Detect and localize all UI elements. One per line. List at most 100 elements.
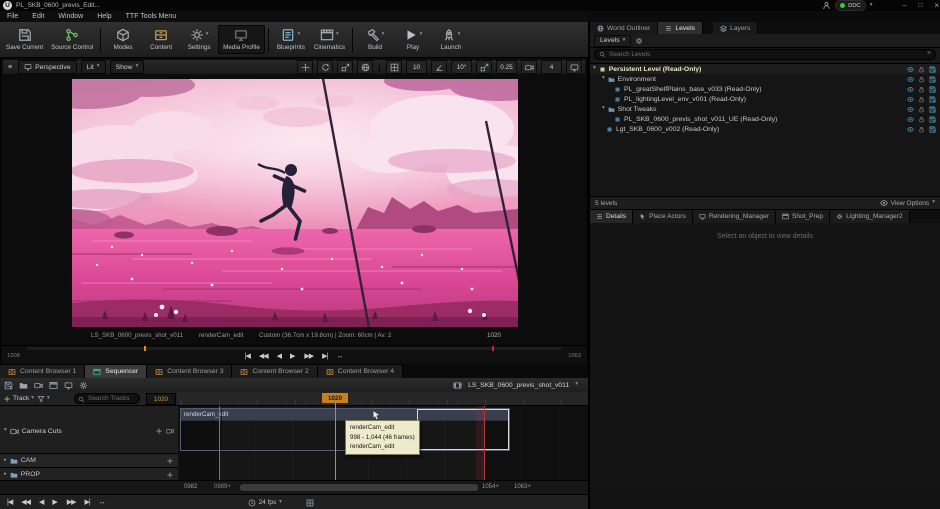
expand-icon[interactable]: ▾: [602, 106, 605, 112]
tab-layers[interactable]: Layers: [712, 22, 759, 34]
media-profile-button[interactable]: Media Profile: [218, 25, 265, 54]
cam-expand-icon[interactable]: ▸: [4, 457, 7, 464]
snap-grid-icon[interactable]: [306, 499, 314, 507]
world-space-button[interactable]: [357, 60, 373, 74]
level-row-lightinglevel[interactable]: PL_lightingLevel_env_v001 (Read-Only): [590, 94, 940, 104]
save-level-icon[interactable]: [929, 96, 936, 103]
level-row-persistent[interactable]: ▾ Persistent Level (Read-Only): [590, 64, 940, 74]
scale-snap-value[interactable]: 0.25: [496, 60, 517, 74]
menu-window[interactable]: Window: [51, 13, 90, 20]
levels-menu-button[interactable]: Levels ▾: [594, 34, 632, 47]
tab-content-browser-3[interactable]: Content Browser 3: [147, 364, 233, 378]
seq-save-icon[interactable]: [4, 381, 13, 390]
grid-snap-button[interactable]: [386, 60, 402, 74]
camera-cuts-expand-icon[interactable]: ▾: [4, 428, 7, 434]
seq-step-back-button[interactable]: ◀: [37, 498, 45, 507]
maximize-button[interactable]: □: [914, 2, 926, 9]
tab-sequencer[interactable]: Sequencer: [85, 364, 148, 378]
sequencer-breadcrumb[interactable]: LS_SKB_0600_previs_shot_v011: [468, 382, 569, 389]
current-frame-field[interactable]: 1020: [146, 393, 176, 405]
save-level-icon[interactable]: [929, 106, 936, 113]
translate-tool-button[interactable]: [297, 60, 313, 74]
scale-snap-button[interactable]: [476, 60, 492, 74]
lock-icon[interactable]: [918, 86, 925, 93]
viewport-options-icon[interactable]: ≡: [6, 63, 14, 72]
track-row-camera-cuts[interactable]: ▾ Camera Cuts: [0, 424, 178, 438]
ddc-caret-icon[interactable]: ▾: [870, 2, 873, 9]
tab-world-outliner[interactable]: World Outliner: [590, 22, 659, 34]
selected-section-outline[interactable]: [417, 409, 509, 450]
menu-file[interactable]: File: [0, 13, 25, 20]
tab-content-browser-2[interactable]: Content Browser 2: [232, 364, 318, 378]
lock-icon[interactable]: [918, 96, 925, 103]
tab-details[interactable]: Details: [590, 210, 634, 223]
visibility-icon[interactable]: [907, 86, 914, 93]
track-row-cam[interactable]: ▸ CAM: [0, 453, 178, 468]
menu-edit[interactable]: Edit: [25, 13, 51, 20]
vp-fast-forward-button[interactable]: ▶▶: [302, 352, 315, 361]
menu-ttf-tools[interactable]: TTF Tools Menu: [119, 13, 183, 20]
lock-icon[interactable]: [918, 66, 925, 73]
cam-add-icon[interactable]: [166, 457, 174, 465]
save-level-icon[interactable]: [929, 126, 936, 133]
rotation-snap-value[interactable]: 10°: [451, 60, 472, 74]
seq-save-as-icon[interactable]: [19, 381, 28, 390]
camera-cuts-camera-icon[interactable]: [166, 427, 174, 435]
visibility-icon[interactable]: [907, 76, 914, 83]
prop-expand-icon[interactable]: ▸: [4, 471, 7, 478]
playhead-label[interactable]: 1020: [322, 393, 348, 403]
visibility-icon[interactable]: [907, 126, 914, 133]
save-level-icon[interactable]: [929, 76, 936, 83]
breadcrumb-caret-icon[interactable]: ▾: [575, 382, 578, 388]
seq-edits-icon[interactable]: [64, 381, 73, 390]
viewport-scene[interactable]: [32, 71, 550, 334]
save-level-icon[interactable]: [929, 66, 936, 73]
content-button[interactable]: Content: [142, 26, 180, 53]
lock-icon[interactable]: [918, 106, 925, 113]
show-dropdown[interactable]: Show ▾: [109, 60, 145, 74]
save-level-icon[interactable]: [929, 86, 936, 93]
perspective-dropdown[interactable]: Perspective: [18, 60, 77, 74]
tab-place-actors[interactable]: Place Actors: [633, 210, 693, 223]
modes-button[interactable]: Modes: [104, 26, 142, 53]
level-row-environment[interactable]: ▾ Environment: [590, 74, 940, 84]
settings-button[interactable]: ▾ Settings: [180, 26, 218, 53]
expand-icon[interactable]: ▾: [602, 76, 605, 82]
seq-create-camera-icon[interactable]: [34, 381, 43, 390]
save-level-icon[interactable]: [929, 116, 936, 123]
vp-to-end-button[interactable]: ▶|: [320, 352, 329, 361]
tab-rendering-manager[interactable]: Rendering_Manager: [692, 210, 776, 223]
playhead-line[interactable]: [335, 402, 336, 480]
tab-shot-prep[interactable]: Shot_Prep: [775, 210, 831, 223]
source-control-button[interactable]: Source Control: [47, 26, 97, 53]
filters-button[interactable]: ▾: [37, 395, 50, 403]
lit-dropdown[interactable]: Lit ▾: [80, 60, 106, 74]
timeline-scrollbar[interactable]: [240, 484, 478, 491]
seq-play-button[interactable]: ▶: [50, 498, 59, 507]
level-row-shot-tweaks[interactable]: ▾ Shot Tweaks: [590, 104, 940, 114]
view-options-button[interactable]: View Options ▾: [880, 199, 935, 207]
user-icon[interactable]: [822, 1, 831, 10]
play-button[interactable]: ▾ Play: [394, 26, 432, 53]
grid-snap-value[interactable]: 10: [406, 60, 427, 74]
blueprints-button[interactable]: ▾ Blueprints: [272, 26, 310, 53]
lock-icon[interactable]: [918, 76, 925, 83]
playback-start-marker[interactable]: [219, 406, 220, 480]
add-track-button[interactable]: Track ▾: [3, 395, 34, 403]
vp-play-button[interactable]: ▶: [288, 352, 297, 361]
save-current-button[interactable]: Save Current: [2, 26, 47, 53]
level-row-greatshelfplains[interactable]: PL_greatShelfPlains_base_v033 (Read-Only…: [590, 84, 940, 94]
seq-fast-back-button[interactable]: ◀◀: [19, 498, 32, 507]
launch-button[interactable]: ▾ Launch: [432, 26, 470, 53]
visibility-icon[interactable]: [907, 106, 914, 113]
camera-cuts-add-icon[interactable]: [155, 427, 163, 435]
tab-levels[interactable]: Levels: [658, 22, 703, 34]
expand-icon[interactable]: ▾: [593, 66, 596, 72]
visibility-icon[interactable]: [907, 96, 914, 103]
prop-add-icon[interactable]: [166, 471, 174, 479]
fps-dropdown[interactable]: 24 fps ▾: [248, 499, 282, 507]
levels-options-icon[interactable]: [635, 37, 643, 45]
rotate-tool-button[interactable]: [317, 60, 333, 74]
tab-content-browser-1[interactable]: Content Browser 1: [0, 364, 86, 378]
minimize-button[interactable]: –: [898, 2, 910, 9]
